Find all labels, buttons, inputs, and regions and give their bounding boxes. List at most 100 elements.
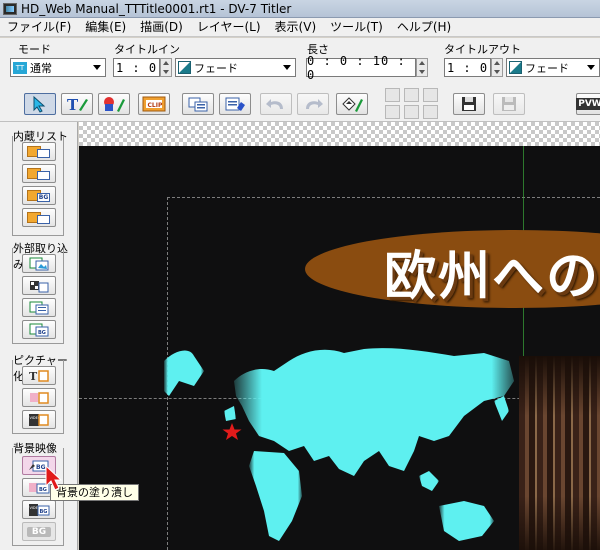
background-video-icon: VIDEOBG [29,503,50,516]
import-image-icon [29,257,49,270]
app-window: HD_Web Manual_TTTitle0001.rt1 - DV-7 Tit… [0,0,600,550]
import-document-button[interactable] [22,298,56,317]
builtin-images-button[interactable] [22,164,56,183]
safe-area-guide-top [167,197,600,198]
redo-button[interactable] [297,93,329,115]
fade-icon [178,61,191,74]
fill-tool-button[interactable] [336,93,368,115]
preview-stage[interactable]: 欧州への [79,146,600,550]
svg-text:CLIP: CLIP [148,102,163,109]
shapes-icon [104,97,125,112]
background-clear-button[interactable]: BG [22,522,56,541]
picture-text-button[interactable]: T [22,366,56,385]
mouse-pointer-icon [45,464,63,491]
window-title: HD_Web Manual_TTTitle0001.rt1 - DV-7 Tit… [21,1,292,16]
bg-disabled-icon: BG [26,526,52,537]
builtin-titles-button[interactable] [22,142,56,161]
folder-image-icon [27,145,51,158]
menu-help[interactable]: ヘルプ(H) [390,18,458,37]
pvw-label: PVW [576,98,600,110]
menu-draw[interactable]: 描画(D) [133,18,190,37]
import-document-icon [29,301,49,314]
chevron-down-icon [583,60,598,75]
folder-bg-icon: BG [27,189,51,202]
picture-grid-button[interactable] [22,388,56,407]
clip-icon: CLIP [142,96,166,112]
title-in-time-field[interactable]: 1 : 0 [113,58,160,77]
builtin-frames-button[interactable] [22,208,56,227]
title-canvas[interactable]: 欧州への [79,122,600,550]
grid-to-picture-icon [30,391,49,404]
undo-button[interactable] [260,93,292,115]
title-in-effect-select[interactable]: フェード [175,58,296,77]
title-out-label: タイトルアウト [444,43,521,56]
menu-view[interactable]: 表示(V) [268,18,324,37]
fade-icon [509,61,522,74]
title-text-object[interactable]: 欧州への [384,234,600,309]
title-out-effect-select[interactable]: フェード [506,58,600,77]
chevron-down-icon [279,60,294,75]
shape-tool-button[interactable] [98,93,130,115]
chevron-down-icon [89,60,104,75]
title-bar[interactable]: HD_Web Manual_TTTitle0001.rt1 - DV-7 Tit… [0,0,600,18]
svg-text:T: T [67,96,79,113]
title-out-time-field[interactable]: 1 : 0 [444,58,491,77]
location-star-icon [222,423,242,440]
save-as-button[interactable] [493,93,525,115]
mode-icon: TT [13,61,27,74]
preview-button[interactable]: PVW [576,93,600,115]
text-to-picture-icon: T [29,370,49,383]
menu-bar: ファイル(F) 編集(E) 描画(D) レイヤー(L) 表示(V) ツール(T)… [0,18,600,37]
save-button[interactable] [453,93,485,115]
photo-object[interactable] [519,356,600,550]
folder-grid-icon [27,167,51,180]
world-map-landmass [164,348,514,541]
align-bottom-right-button[interactable] [423,105,438,119]
redo-icon [306,99,323,109]
title-out-effect-value: フェード [525,61,569,75]
menu-edit[interactable]: 編集(E) [78,18,133,37]
text-tool-button[interactable]: T [61,93,93,115]
toolbar: T CLIP PVW [0,84,600,122]
video-to-picture-icon: VIDEO [29,413,49,426]
import-bg-icon: BG [29,323,49,336]
floppy-disk-icon [462,97,476,111]
mode-value: 通常 [30,61,52,75]
builtin-backgrounds-button[interactable]: BG [22,186,56,205]
menu-file[interactable]: ファイル(F) [0,18,78,37]
title-in-spin-button[interactable] [160,58,172,77]
picture-video-button[interactable]: VIDEO [22,410,56,429]
import-background-button[interactable]: BG [22,320,56,339]
background-video-button[interactable]: VIDEO BG [22,500,56,519]
import-grid-button[interactable] [22,276,56,295]
svg-text:BG: BG [38,330,46,336]
transparency-strip [79,122,600,146]
text-pen-icon: T [67,96,88,113]
duration-time-field[interactable]: 0 : 0 : 10 : 0 [306,54,416,82]
import-grid-icon [30,280,49,292]
title-in-label: タイトルイン [114,43,180,56]
mode-select[interactable]: TT 通常 [10,58,106,77]
import-image-button[interactable] [22,254,56,273]
select-tool-button[interactable] [24,93,56,115]
align-top-right-button[interactable] [423,88,438,102]
copy-layer-button[interactable] [182,93,214,115]
arrow-cursor-icon [33,95,46,113]
paint-bucket-icon [342,97,363,112]
undo-icon [266,99,283,109]
copy-icon [188,97,208,112]
align-bottom-left-button[interactable] [385,105,400,119]
menu-tools[interactable]: ツール(T) [323,18,390,37]
edit-document-icon [225,97,245,111]
title-out-spin-button[interactable] [491,58,503,77]
title-in-effect-value: フェード [194,61,238,75]
align-bottom-center-button[interactable] [404,105,419,119]
clip-button[interactable]: CLIP [138,93,170,115]
edit-layer-button[interactable] [219,93,251,115]
svg-text:T: T [29,370,38,383]
duration-spin-button[interactable] [416,58,428,77]
align-top-center-button[interactable] [404,88,419,102]
menu-layer[interactable]: レイヤー(L) [190,18,268,37]
world-map-object[interactable] [164,341,524,550]
align-top-left-button[interactable] [385,88,400,102]
